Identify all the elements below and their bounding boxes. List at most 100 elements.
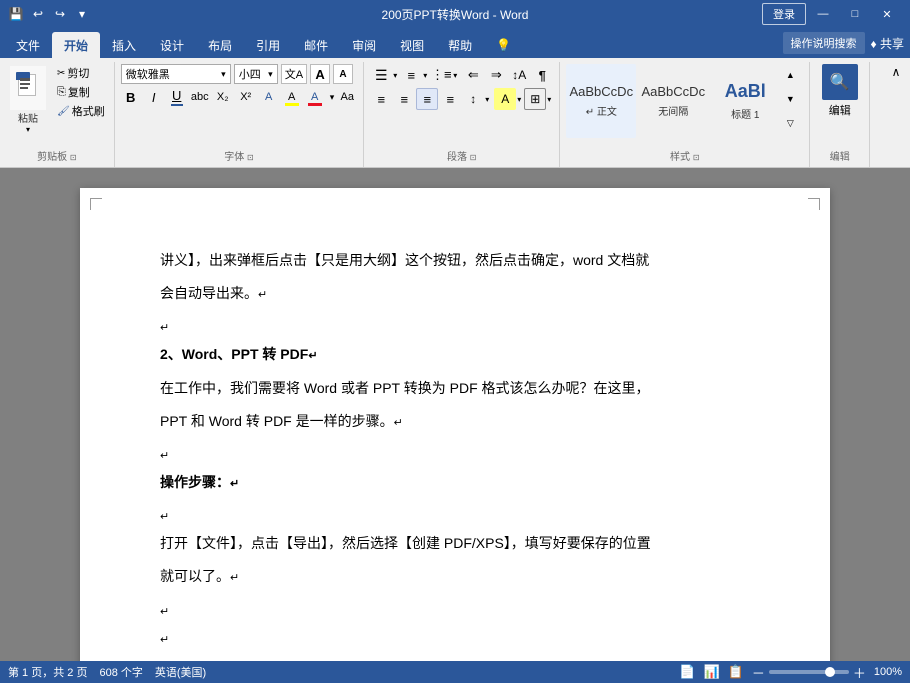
tab-home[interactable]: 开始 <box>52 32 100 58</box>
search-bar[interactable]: 操作说明搜索 <box>783 32 865 54</box>
save-icon[interactable]: 💾 <box>8 6 24 22</box>
tab-view[interactable]: 视图 <box>388 32 436 58</box>
track-changes-icon[interactable]: 📊 <box>703 664 719 680</box>
paragraph-group: ☰ ▾ ≡ ▾ ⋮≡ ▾ ⇐ ⇒ ↕A ¶ ≡ ≡ ≡ ≡ ↕ ▾ A ▾ <box>364 62 560 167</box>
show-formatting-button[interactable]: ¶ <box>531 64 553 86</box>
editing-group: 🔍 编辑 编辑 <box>810 62 870 167</box>
style-no-space[interactable]: AaBbCcDc 无间隔 <box>638 64 708 138</box>
close-button[interactable]: ✕ <box>872 4 902 24</box>
customize-qat-icon[interactable]: ▾ <box>74 6 90 22</box>
zoom-in-icon[interactable]: ＋ <box>853 663 866 682</box>
font-name-dropdown: ▾ <box>221 69 226 80</box>
zoom-control[interactable]: － ＋ <box>752 663 866 682</box>
clipboard-expand-icon[interactable]: ⊡ <box>70 153 77 162</box>
increase-indent-button[interactable]: ⇒ <box>485 64 507 86</box>
document-content[interactable]: 讲义】，出来弹框后点击【只是用大纲】这个按钮，然后点击确定，word 文档就 会… <box>160 248 750 646</box>
cut-button[interactable]: ✂ 剪切 <box>54 64 108 82</box>
paragraph-expand-icon[interactable]: ⊡ <box>470 153 477 162</box>
highlight-button[interactable]: A <box>282 87 302 107</box>
word-art-button[interactable]: 文A <box>281 64 307 84</box>
signin-button[interactable]: 登录 <box>762 3 806 25</box>
document-area[interactable]: 讲义】，出来弹框后点击【只是用大纲】这个按钮，然后点击确定，word 文档就 会… <box>0 168 910 661</box>
numbering-button[interactable]: ≡ <box>400 64 422 86</box>
subscript-button[interactable]: X₂ <box>213 87 233 107</box>
align-center-button[interactable]: ≡ <box>393 88 415 110</box>
para-empty-3: ↵ <box>160 503 750 523</box>
italic-button[interactable]: I <box>144 87 164 107</box>
para-mark-e3: ↵ <box>160 511 169 523</box>
tab-insert[interactable]: 插入 <box>100 32 148 58</box>
font-size-shrink-button[interactable]: A <box>333 64 353 84</box>
maximize-button[interactable]: □ <box>840 4 870 24</box>
tab-lightbulb[interactable]: 💡 <box>484 32 523 58</box>
paste-button[interactable]: 粘贴 ▾ <box>6 64 50 136</box>
cut-label: 剪切 <box>67 65 89 81</box>
para-mark-e5: ↵ <box>160 634 169 646</box>
paste-dropdown-icon[interactable]: ▾ <box>26 125 30 134</box>
style-heading1[interactable]: AaBl 标题 1 <box>710 64 780 138</box>
borders-button[interactable]: ⊞ <box>524 88 546 110</box>
tab-layout[interactable]: 布局 <box>196 32 244 58</box>
tab-help[interactable]: 帮助 <box>436 32 484 58</box>
tab-design[interactable]: 设计 <box>148 32 196 58</box>
strikethrough-button[interactable]: abc <box>190 87 210 107</box>
zoom-track[interactable] <box>769 670 849 674</box>
clipboard-small-buttons: ✂ 剪切 ⎘ 复制 🖌 格式刷 <box>54 64 108 120</box>
styles-scroll-up-button[interactable]: ▲ <box>782 64 798 86</box>
sort-button[interactable]: ↕A <box>508 64 530 86</box>
redo-icon[interactable]: ↪ <box>52 6 68 22</box>
align-right-button[interactable]: ≡ <box>416 88 438 110</box>
tab-references[interactable]: 引用 <box>244 32 292 58</box>
multilevel-list-button[interactable]: ⋮≡ <box>430 64 452 86</box>
font-color-dropdown[interactable]: ▾ <box>330 92 335 103</box>
font-expand-icon[interactable]: ⊡ <box>247 153 254 162</box>
bold-button[interactable]: B <box>121 87 141 107</box>
font-size-grow-button[interactable]: A <box>310 64 330 84</box>
language: 英语(美国) <box>155 664 206 680</box>
bullets-dropdown[interactable]: ▾ <box>393 71 397 80</box>
tab-review[interactable]: 审阅 <box>340 32 388 58</box>
share-button[interactable]: ♦ 共享 <box>871 35 904 52</box>
find-button[interactable]: 🔍 <box>822 64 858 100</box>
spelling-check-icon[interactable]: 📄 <box>679 664 695 680</box>
multilevel-dropdown[interactable]: ▾ <box>453 71 457 80</box>
numbering-dropdown[interactable]: ▾ <box>423 71 427 80</box>
text-effects-button[interactable]: A <box>259 87 279 107</box>
para-mark-4: ↵ <box>394 417 403 429</box>
ribbon-collapse-button[interactable]: ∧ <box>886 62 906 82</box>
para-mark-b1: ↵ <box>230 478 239 490</box>
copy-button[interactable]: ⎘ 复制 <box>54 83 108 101</box>
styles-scroll-down-button[interactable]: ▼ <box>782 88 798 110</box>
decrease-indent-button[interactable]: ⇐ <box>462 64 484 86</box>
bullets-button[interactable]: ☰ <box>370 64 392 86</box>
align-left-button[interactable]: ≡ <box>370 88 392 110</box>
styles-expand-icon[interactable]: ⊡ <box>693 153 700 162</box>
view-mode-icon[interactable]: 📋 <box>728 664 744 680</box>
styles-expand-button[interactable]: ▽ <box>782 112 798 134</box>
copy-icon: ⎘ <box>57 86 66 99</box>
line-spacing-dropdown[interactable]: ▾ <box>485 95 489 104</box>
zoom-percent[interactable]: 100% <box>874 666 902 678</box>
font-size-select[interactable]: 小四 ▾ <box>234 64 278 84</box>
shading-dropdown[interactable]: ▾ <box>517 95 521 104</box>
line-spacing-button[interactable]: ↕ <box>462 88 484 110</box>
superscript-button[interactable]: X² <box>236 87 256 107</box>
font-name-select[interactable]: 微软雅黑 ▾ <box>121 64 231 84</box>
shading-button[interactable]: A <box>494 88 516 110</box>
undo-icon[interactable]: ↩ <box>30 6 46 22</box>
zoom-thumb[interactable] <box>825 667 835 677</box>
style-normal[interactable]: AaBbCcDc ↵ 正文 <box>566 64 636 138</box>
tab-mailings[interactable]: 邮件 <box>292 32 340 58</box>
font-color-button[interactable]: A <box>305 87 325 107</box>
format-painter-button[interactable]: 🖌 格式刷 <box>54 102 108 120</box>
underline-button[interactable]: U <box>167 87 187 107</box>
title-quick-access: 💾 ↩ ↪ ▾ <box>8 6 90 22</box>
tab-file[interactable]: 文件 <box>4 32 52 58</box>
para-3: 在工作中，我们需要将 Word 或者 PPT 转换为 PDF 格式该怎么办呢？在… <box>160 376 750 401</box>
minimize-button[interactable]: — <box>808 4 838 24</box>
borders-dropdown[interactable]: ▾ <box>547 95 551 104</box>
styles-scroll-controls: ▲ ▼ ▽ <box>782 64 798 134</box>
justify-button[interactable]: ≡ <box>439 88 461 110</box>
aa-button[interactable]: Aa <box>337 87 357 107</box>
zoom-out-icon[interactable]: － <box>752 663 765 682</box>
